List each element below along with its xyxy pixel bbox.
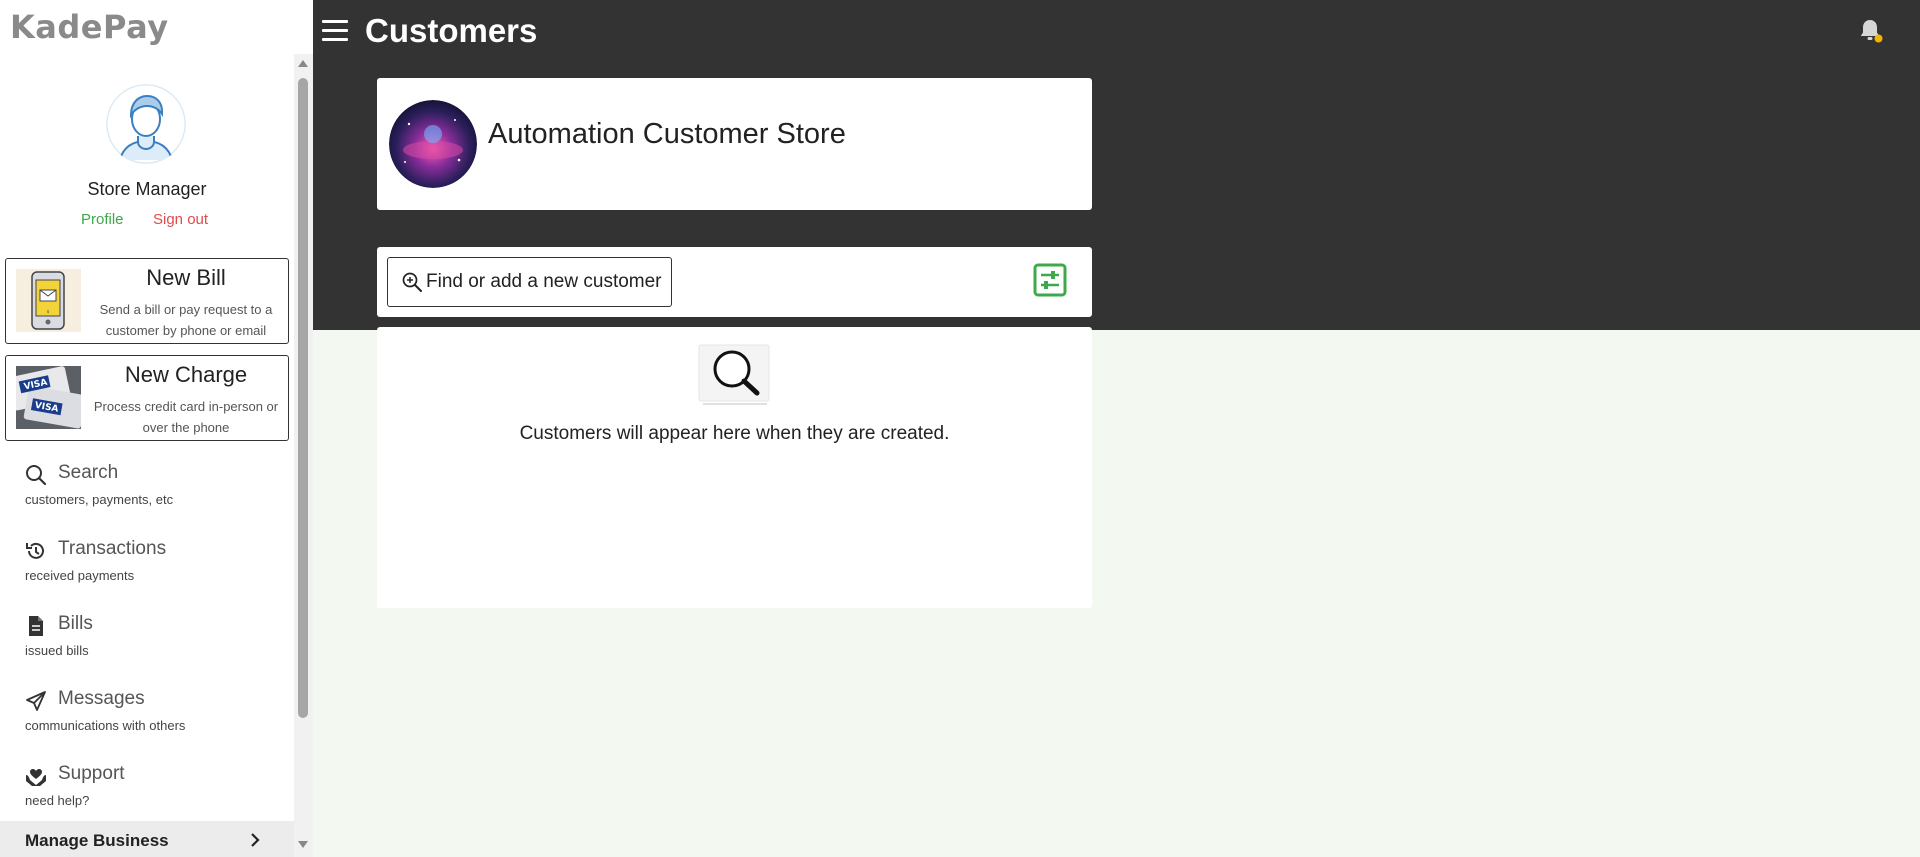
new-bill-description: Send a bill or pay request to a customer… xyxy=(99,302,273,338)
sidebar-item-sub: issued bills xyxy=(25,643,89,658)
sidebar: Store Manager Profile Sign out $ New Bil… xyxy=(0,54,313,857)
sign-out-link[interactable]: Sign out xyxy=(153,211,208,228)
notification-dot xyxy=(1874,34,1883,43)
support-hands-icon xyxy=(25,765,47,787)
sidebar-item-sub: received payments xyxy=(25,568,135,583)
sidebar-item-label: Transactions xyxy=(58,538,167,559)
store-logo xyxy=(389,100,477,188)
customer-search-bar: Find or add a new customer xyxy=(377,247,1092,317)
hamburger-icon[interactable] xyxy=(322,20,348,42)
sidebar-item-sub: customers, payments, etc xyxy=(25,492,174,507)
new-charge-description: Process credit card in-person or over th… xyxy=(93,399,279,435)
new-bill-button[interactable]: $ New Bill Send a bill or pay request to… xyxy=(5,258,289,344)
magnifier-icon xyxy=(697,341,772,411)
profile-link[interactable]: Profile xyxy=(81,211,124,228)
sidebar-item-label: Bills xyxy=(58,613,93,634)
scroll-thumb[interactable] xyxy=(298,78,308,718)
chevron-right-icon xyxy=(249,833,261,847)
find-or-add-customer-label: Find or add a new customer xyxy=(426,271,662,292)
sidebar-item-support[interactable]: Support need help? xyxy=(25,759,290,817)
search-icon xyxy=(25,464,47,486)
sidebar-item-transactions[interactable]: Transactions received payments xyxy=(25,534,290,592)
document-icon xyxy=(25,615,47,637)
sidebar-item-label: Support xyxy=(58,763,125,784)
kadepay-logo[interactable]: KadePay xyxy=(0,0,313,54)
history-icon xyxy=(25,540,47,562)
sidebar-item-label: Search xyxy=(58,462,119,483)
zoom-in-icon xyxy=(402,272,422,292)
paper-plane-icon xyxy=(25,690,47,712)
manage-business-label: Manage Business xyxy=(25,831,169,850)
user-name: Store Manager xyxy=(87,179,207,199)
sidebar-item-messages[interactable]: Messages communications with others xyxy=(25,684,290,742)
sidebar-item-sub: need help? xyxy=(25,793,90,808)
svg-text:$: $ xyxy=(47,309,50,314)
filter-sliders-icon[interactable] xyxy=(1033,263,1067,297)
bell-icon[interactable] xyxy=(1855,16,1885,46)
new-bill-title: New Bill xyxy=(146,265,226,290)
sidebar-item-bills[interactable]: Bills issued bills xyxy=(25,609,290,667)
scroll-up-arrow-icon[interactable] xyxy=(298,60,308,67)
logo-text: KadePay xyxy=(10,8,169,46)
phone-bill-icon: $ xyxy=(16,269,81,332)
store-card: Automation Customer Store xyxy=(377,78,1092,210)
find-or-add-customer-button[interactable]: Find or add a new customer xyxy=(387,257,672,307)
manage-business-menu[interactable]: Manage Business xyxy=(0,821,294,857)
new-charge-title: New Charge xyxy=(124,362,248,387)
new-charge-button[interactable]: VISA VISA New Charge Process credit card… xyxy=(5,355,289,441)
customers-list: Customers will appear here when they are… xyxy=(377,327,1092,608)
sidebar-item-label: Messages xyxy=(58,688,145,709)
scroll-down-arrow-icon[interactable] xyxy=(298,841,308,848)
page-title: Customers xyxy=(365,12,538,49)
avatar xyxy=(106,84,186,164)
empty-state-message: Customers will appear here when they are… xyxy=(519,423,950,444)
credit-cards-icon: VISA VISA xyxy=(8,366,86,429)
sidebar-item-search[interactable]: Search customers, payments, etc xyxy=(25,458,290,516)
sidebar-scrollbar[interactable] xyxy=(294,54,313,857)
store-name: Automation Customer Store xyxy=(488,118,846,150)
sidebar-item-sub: communications with others xyxy=(25,718,186,733)
